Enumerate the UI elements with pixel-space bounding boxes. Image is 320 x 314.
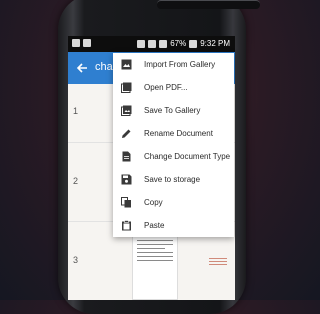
clock: 9:32 PM — [200, 39, 230, 48]
page-number: 3 — [73, 255, 79, 265]
menu-item-label: Rename Document — [144, 129, 213, 138]
gallery-save-icon — [121, 105, 132, 116]
menu-item-rename-document[interactable]: Rename Document — [113, 122, 234, 145]
menu-item-change-document-type[interactable]: Change Document Type — [113, 145, 234, 168]
pdf-icon — [121, 82, 132, 93]
overflow-menu: Import From Gallery Open PDF... Save To … — [113, 53, 234, 237]
phone-speaker — [157, 0, 260, 9]
menu-item-label: Save to storage — [144, 175, 201, 184]
mute-icon — [148, 39, 157, 48]
page-number: 1 — [73, 106, 79, 116]
page-number: 2 — [73, 176, 79, 186]
pencil-icon — [122, 129, 131, 138]
save-icon — [121, 174, 132, 185]
page-thumbnail[interactable] — [132, 232, 178, 300]
menu-item-save-to-storage[interactable]: Save to storage — [113, 168, 234, 191]
menu-item-save-to-gallery[interactable]: Save To Gallery — [113, 99, 234, 122]
wifi-icon — [159, 39, 168, 48]
signal-icon — [137, 39, 146, 48]
battery-icon — [189, 39, 198, 48]
menu-item-paste[interactable]: Paste — [113, 214, 234, 237]
document-icon — [122, 151, 131, 162]
notification-icon — [83, 39, 91, 47]
notification-icon — [72, 39, 80, 47]
paste-icon — [122, 220, 131, 231]
menu-item-label: Open PDF... — [144, 83, 188, 92]
menu-item-open-pdf[interactable]: Open PDF... — [113, 76, 234, 99]
status-bar: 67% 9:32 PM — [68, 36, 235, 52]
copy-icon — [121, 197, 131, 208]
image-icon — [121, 59, 132, 70]
menu-item-label: Change Document Type — [144, 152, 231, 161]
menu-item-copy[interactable]: Copy — [113, 191, 234, 214]
menu-item-label: Save To Gallery — [144, 106, 201, 115]
battery-level: 67% — [170, 39, 187, 48]
menu-item-label: Import From Gallery — [144, 60, 216, 69]
drag-handle-icon[interactable] — [209, 258, 227, 267]
menu-item-label: Paste — [144, 221, 165, 230]
menu-item-label: Copy — [144, 198, 163, 207]
back-arrow-icon[interactable] — [75, 61, 89, 75]
menu-item-import-from-gallery[interactable]: Import From Gallery — [113, 53, 234, 76]
